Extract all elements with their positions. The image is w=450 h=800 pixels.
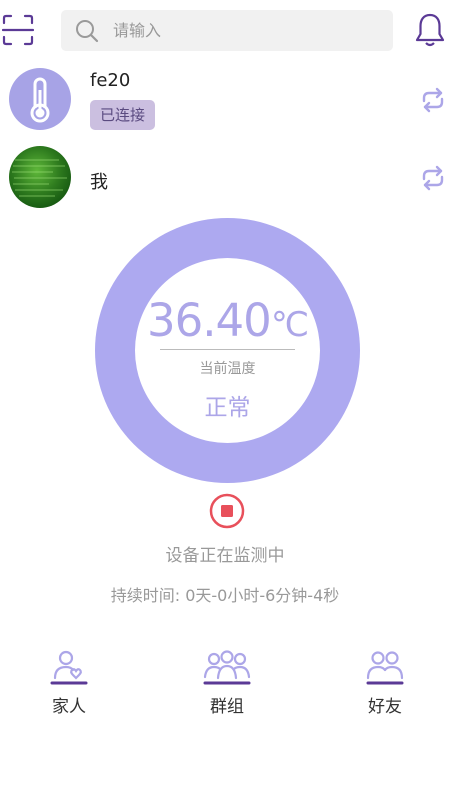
sync-icon[interactable] bbox=[419, 164, 447, 192]
group-icon bbox=[203, 650, 251, 685]
temperature-number: 36.40 bbox=[146, 294, 272, 347]
connection-status-badge: 已连接 bbox=[90, 100, 156, 130]
thermometer-icon bbox=[30, 77, 50, 123]
temperature-value: 36.40℃ bbox=[95, 294, 360, 347]
family-icon bbox=[50, 650, 88, 685]
nav-friends[interactable]: 好友 bbox=[330, 648, 440, 724]
device-name: 我 bbox=[90, 172, 108, 193]
temperature-unit: ℃ bbox=[270, 305, 309, 345]
temperature-status: 正常 bbox=[204, 395, 251, 421]
search-icon bbox=[75, 19, 99, 43]
nav-group-label: 群组 bbox=[210, 697, 244, 717]
friends-icon bbox=[366, 651, 404, 685]
divider bbox=[160, 349, 295, 350]
device-name: fe20 bbox=[90, 70, 131, 91]
scan-icon[interactable] bbox=[1, 14, 35, 46]
device-avatar bbox=[9, 68, 71, 130]
user-avatar bbox=[9, 146, 71, 208]
sync-icon[interactable] bbox=[419, 86, 447, 114]
nav-friends-label: 好友 bbox=[368, 697, 402, 717]
top-bar bbox=[0, 0, 450, 62]
nav-group[interactable]: 群组 bbox=[172, 648, 282, 724]
search-bar[interactable] bbox=[61, 10, 393, 51]
temperature-label: 当前温度 bbox=[199, 361, 256, 377]
bottom-nav: 家人 群组 好友 bbox=[0, 648, 450, 724]
monitoring-status: 设备正在监测中 bbox=[165, 546, 285, 566]
device-item[interactable]: 我 bbox=[0, 146, 450, 216]
stop-button[interactable] bbox=[208, 492, 246, 530]
monitoring-duration: 持续时间: 0天-0小时-6分钟-4秒 bbox=[110, 586, 340, 605]
bell-icon[interactable] bbox=[414, 12, 446, 48]
stop-icon bbox=[209, 493, 245, 529]
search-input[interactable] bbox=[113, 10, 383, 51]
device-item[interactable]: fe20 已连接 bbox=[0, 68, 450, 138]
nav-family[interactable]: 家人 bbox=[14, 648, 124, 724]
temperature-gauge: 36.40℃ 当前温度 正常 bbox=[95, 218, 360, 483]
nav-family-label: 家人 bbox=[52, 697, 86, 717]
